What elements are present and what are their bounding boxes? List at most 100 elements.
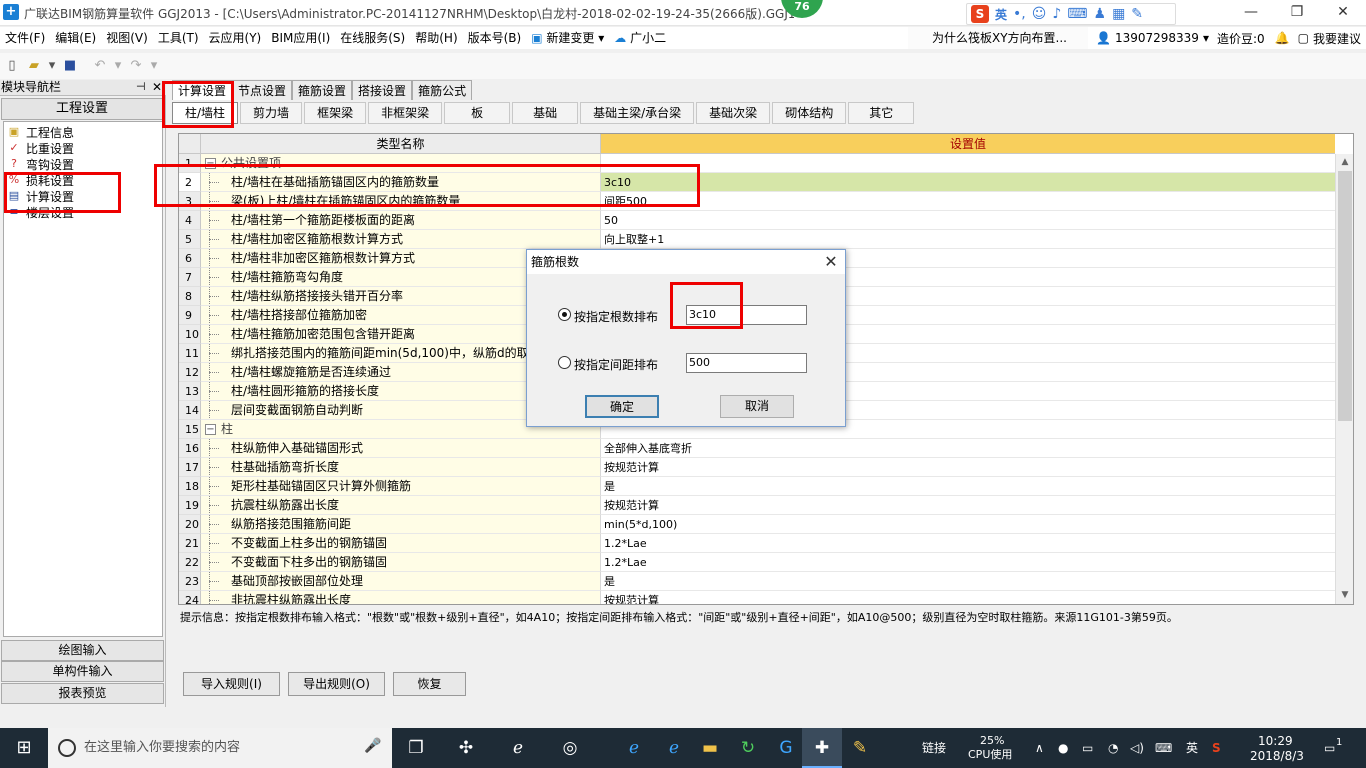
punctuation-icon[interactable]: •, [1013, 6, 1026, 22]
row-name-cell[interactable]: 柱/墙柱第一个箍筋距楼板面的距离 [201, 211, 601, 230]
row-name-cell[interactable]: 抗震柱纵筋露出长度 [201, 496, 601, 515]
row-value-cell[interactable]: 是 [601, 572, 1335, 591]
restore-button[interactable]: 恢复 [393, 672, 466, 696]
row-name-cell[interactable]: 柱/墙柱在基础插筋锚固区内的箍筋数量 [201, 173, 601, 192]
clock-date[interactable]: 2018/8/3 [1250, 736, 1304, 768]
spacing-input[interactable]: 500 [686, 353, 807, 373]
row-value-cell[interactable]: 向上取整+1 [601, 230, 1335, 249]
nav-draw-input[interactable]: 绘图输入 [1, 640, 164, 661]
undo-icon[interactable]: ↶ [92, 58, 108, 74]
refresh-app-icon[interactable]: ↻ [728, 728, 768, 768]
row-name-cell[interactable]: 纵筋搭接范围箍筋间距 [201, 515, 601, 534]
nav-item-loss[interactable]: % 损耗设置 [6, 172, 74, 188]
menu-online[interactable]: 在线服务(S) [335, 27, 410, 49]
keyboard-icon[interactable]: ⌨ [1067, 6, 1087, 22]
ie-icon[interactable]: ℯ [498, 728, 538, 768]
row-value-cell[interactable]: 全部伸入基底弯折 [601, 439, 1335, 458]
tab-lap-settings[interactable]: 搭接设置 [352, 80, 413, 100]
notes-app-icon[interactable]: ✎ [840, 728, 880, 768]
link-label[interactable]: 链接 [922, 728, 946, 768]
pin-icon[interactable]: ⊣ [136, 80, 146, 93]
nav-item-calc-settings[interactable]: ▤ 计算设置 [6, 188, 74, 204]
dropdown-icon[interactable]: ▾ [48, 58, 56, 74]
row-name-cell[interactable]: 梁(板)上柱/墙柱在插筋锚固区内的箍筋数量 [201, 192, 601, 211]
menu-bim[interactable]: BIM应用(I) [266, 27, 335, 49]
collapse-icon[interactable]: − [205, 424, 216, 435]
chrome-icon[interactable]: ◎ [550, 728, 590, 768]
close-icon[interactable]: ✕ [152, 80, 162, 94]
table-row[interactable]: 17 柱基础插筋弯折长度 按规范计算 [179, 458, 1335, 477]
nav-item-hook[interactable]: ? 弯钩设置 [6, 156, 74, 172]
row-value-cell[interactable]: 3c10 [601, 173, 1335, 192]
tab-node-settings[interactable]: 节点设置 [232, 80, 293, 100]
table-row[interactable]: 24 非抗震柱纵筋露出长度 按规范计算 [179, 591, 1335, 604]
table-row[interactable]: 5 柱/墙柱加密区箍筋根数计算方式 向上取整+1 [179, 230, 1335, 249]
open-folder-icon[interactable]: ▰ [26, 58, 42, 74]
row-value-cell[interactable]: min(5*d,100) [601, 515, 1335, 534]
close-button[interactable]: ✕ [1320, 0, 1366, 26]
tab-calc-settings[interactable]: 计算设置 [172, 80, 233, 100]
table-row[interactable]: 21 不变截面上柱多出的钢筋锚固 1.2*Lae [179, 534, 1335, 553]
scroll-thumb[interactable] [1338, 171, 1352, 421]
subtab-shear-wall[interactable]: 剪力墙 [240, 102, 303, 124]
skin-icon[interactable]: ♟ [1094, 6, 1107, 22]
table-row[interactable]: 18 矩形柱基础锚固区只计算外侧箍筋 是 [179, 477, 1335, 496]
volume-icon[interactable]: ◁) [1130, 728, 1144, 768]
new-file-icon[interactable]: ▯ [4, 58, 20, 74]
glodon-app-icon[interactable]: ✚ [802, 728, 842, 768]
minimize-button[interactable]: — [1228, 0, 1274, 26]
subtab-frame-beam[interactable]: 框架梁 [304, 102, 367, 124]
nav-section-project-settings[interactable]: 工程设置 [1, 98, 163, 120]
dropdown-icon[interactable]: ▾ [114, 58, 122, 74]
redo-icon[interactable]: ↷ [128, 58, 144, 74]
network-icon[interactable]: ◔ [1108, 728, 1118, 768]
ie-blue-icon[interactable]: ℯ [654, 728, 694, 768]
chevron-up-icon[interactable]: ∧ [1035, 728, 1044, 768]
menu-version[interactable]: 版本号(B) [463, 27, 527, 49]
nav-item-project-info[interactable]: ▣ 工程信息 [6, 124, 74, 140]
row-name-cell[interactable]: − 公共设置项 [201, 154, 601, 173]
cancel-button[interactable]: 取消 [720, 395, 794, 418]
file-explorer-icon[interactable]: ▬ [690, 728, 730, 768]
radio-by-count[interactable] [558, 308, 571, 321]
row-name-cell[interactable]: 不变截面上柱多出的钢筋锚固 [201, 534, 601, 553]
table-row[interactable]: 19 抗震柱纵筋露出长度 按规范计算 [179, 496, 1335, 515]
subtab-masonry[interactable]: 砌体结构 [772, 102, 847, 124]
battery-icon[interactable]: ▭ [1082, 728, 1093, 768]
label-by-spacing[interactable]: 按指定间距排布 [574, 356, 658, 373]
row-value-cell[interactable]: 是 [601, 477, 1335, 496]
subtab-foundation[interactable]: 基础 [512, 102, 579, 124]
subtab-slab[interactable]: 板 [444, 102, 511, 124]
cortana-icon[interactable] [58, 739, 76, 757]
row-value-cell[interactable] [601, 154, 1335, 173]
row-name-cell[interactable]: 柱基础插筋弯折长度 [201, 458, 601, 477]
menu-assistant[interactable]: ☁ 广小二 [609, 27, 671, 49]
subtab-main-foundation-beam[interactable]: 基础主梁/承台梁 [580, 102, 695, 124]
count-input[interactable]: 3c10 [686, 305, 807, 325]
keyboard-icon[interactable]: ⌨ [1155, 728, 1172, 768]
dialog-close-icon[interactable]: ✕ [817, 250, 845, 274]
ime-toolbar[interactable]: S 英 •, ☺ ♪ ⌨ ♟ ▦ ✎ [966, 3, 1176, 25]
emoji-icon[interactable]: ☺ [1032, 6, 1047, 22]
row-name-cell[interactable]: 柱纵筋伸入基础锚固形式 [201, 439, 601, 458]
fan-app-icon[interactable]: ✣ [446, 728, 486, 768]
table-row[interactable]: 4 柱/墙柱第一个箍筋距楼板面的距离 50 [179, 211, 1335, 230]
menu-file[interactable]: 文件(F) [0, 27, 50, 49]
row-name-cell[interactable]: 矩形柱基础锚固区只计算外侧箍筋 [201, 477, 601, 496]
wrench-icon[interactable]: ✎ [1131, 6, 1143, 22]
label-by-count[interactable]: 按指定根数排布 [574, 308, 658, 325]
row-value-cell[interactable]: 按规范计算 [601, 591, 1335, 604]
row-name-cell[interactable]: 不变截面下柱多出的钢筋锚固 [201, 553, 601, 572]
grid-scrollbar[interactable]: ▲ ▼ [1335, 154, 1353, 604]
row-name-cell[interactable]: 非抗震柱纵筋露出长度 [201, 591, 601, 604]
row-name-cell[interactable]: 柱/墙柱加密区箍筋根数计算方式 [201, 230, 601, 249]
row-value-cell[interactable]: 50 [601, 211, 1335, 230]
row-value-cell[interactable]: 1.2*Lae [601, 534, 1335, 553]
nav-single-input[interactable]: 单构件输入 [1, 661, 164, 682]
table-row[interactable]: 20 纵筋搭接范围箍筋间距 min(5*d,100) [179, 515, 1335, 534]
table-row[interactable]: 3 梁(板)上柱/墙柱在插筋锚固区内的箍筋数量 间距500 [179, 192, 1335, 211]
table-row[interactable]: 22 不变截面下柱多出的钢筋锚固 1.2*Lae [179, 553, 1335, 572]
tab-stirrup-settings[interactable]: 箍筋设置 [292, 80, 353, 100]
row-name-cell[interactable]: 基础顶部按嵌固部位处理 [201, 572, 601, 591]
radio-by-spacing[interactable] [558, 356, 571, 369]
